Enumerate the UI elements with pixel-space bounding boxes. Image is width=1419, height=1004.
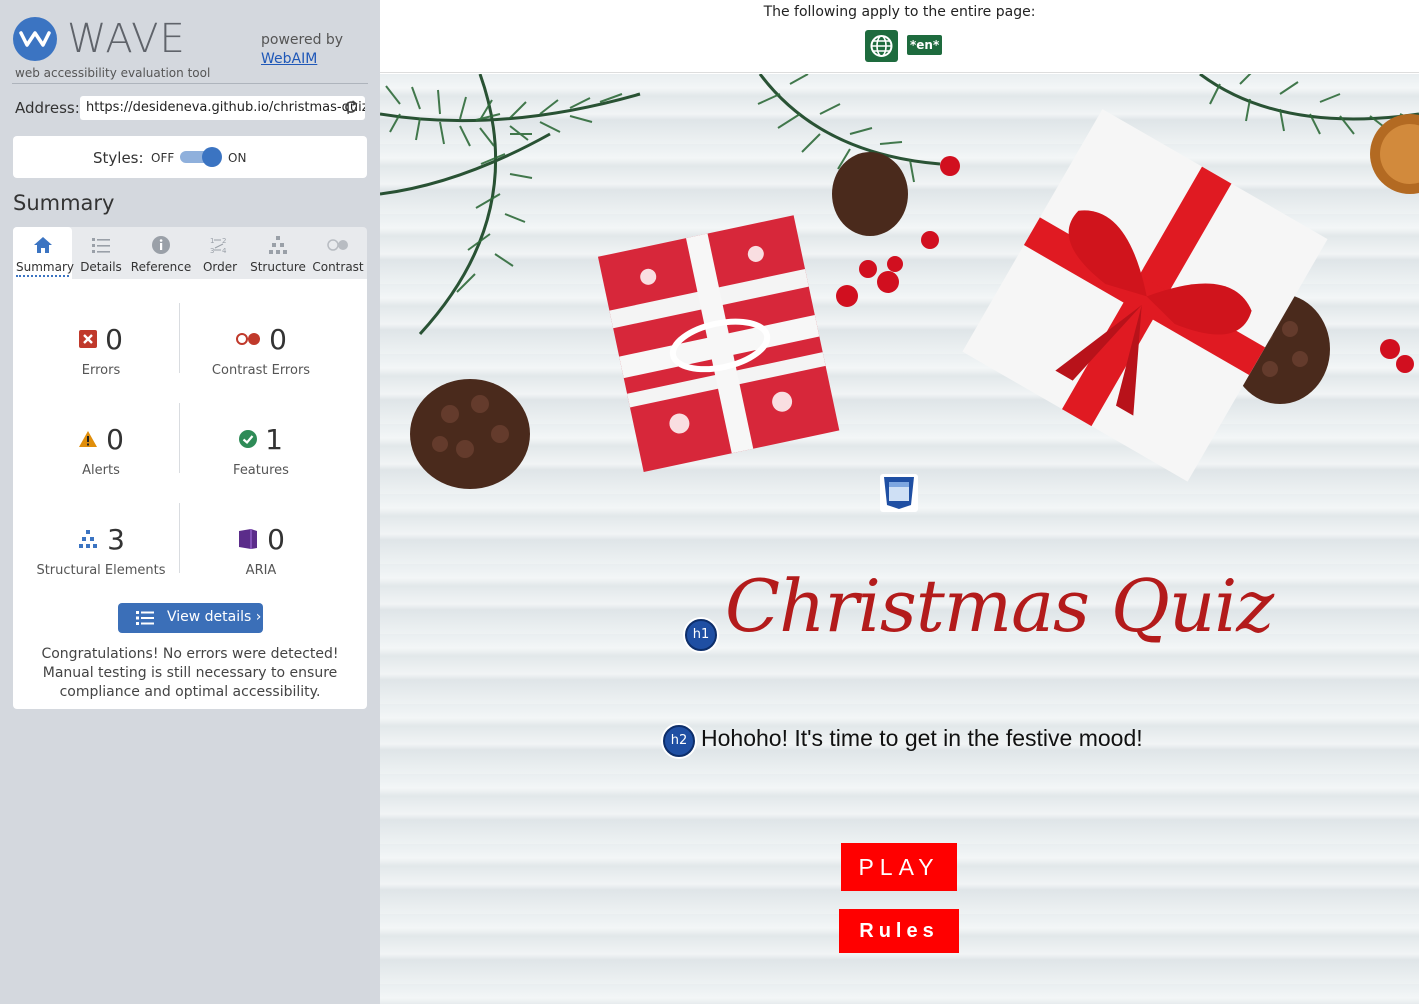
structure-tree-icon (79, 530, 98, 548)
toggle-knob (202, 147, 222, 167)
aria-count: 0 (267, 522, 285, 556)
christmas-quiz-page: h1 Christmas Quiz h2 Hohoho! It's time t… (380, 74, 1419, 1004)
alerts-count: 0 (106, 422, 124, 456)
tab-label: Contrast (312, 260, 364, 274)
wave-tagline: web accessibility evaluation tool (15, 66, 211, 80)
contrast-icon (327, 239, 348, 251)
language-badge[interactable]: *en* (907, 35, 943, 55)
info-icon (152, 236, 170, 254)
view-details-button[interactable]: View details › (118, 603, 263, 633)
summary-panel: 0 Errors 0 Contrast Errors 0 Alerts 1 Fe… (13, 279, 367, 709)
address-input[interactable]: https://desideneva.github.io/christmas-q… (80, 96, 365, 120)
tab-details[interactable]: Details (75, 227, 127, 279)
styles-toggle[interactable] (180, 147, 222, 167)
stat-contrast-errors[interactable]: 0 Contrast Errors (181, 319, 341, 379)
features-count: 1 (265, 422, 283, 456)
styles-off-label: OFF (151, 151, 175, 165)
stat-structural-elements[interactable]: 3 Structural Elements (21, 519, 181, 579)
tab-structure[interactable]: Structure (248, 227, 308, 279)
svg-text:4: 4 (222, 247, 227, 255)
page-title: Christmas Quiz (725, 564, 1274, 648)
h1-heading-icon[interactable]: h1 (685, 619, 717, 651)
structural-label: Structural Elements (36, 563, 166, 578)
wave-header: WAVE web accessibility evaluation tool p… (12, 14, 368, 84)
stat-aria[interactable]: 0 ARIA (181, 519, 341, 578)
list-icon (136, 611, 154, 625)
tab-label: Order (202, 260, 238, 274)
stat-features[interactable]: 1 Features (181, 419, 341, 479)
svg-text:3: 3 (210, 247, 214, 255)
reload-icon[interactable] (343, 99, 359, 115)
summary-heading: Summary (13, 191, 115, 215)
wave-sidebar: WAVE web accessibility evaluation tool p… (0, 0, 380, 1004)
tab-label: Details (80, 260, 122, 274)
tab-label: Reference (130, 260, 192, 274)
svg-text:1: 1 (210, 237, 214, 245)
styles-toggle-panel: Styles: OFF ON (13, 136, 367, 178)
contrast-errors-label: Contrast Errors (211, 363, 311, 378)
christmas-background-illustration (380, 74, 1419, 489)
wave-tabs: Summary Details Reference 1234 Order Str… (13, 227, 367, 279)
webaim-link[interactable]: WebAIM (261, 51, 317, 67)
language-globe-icon[interactable] (865, 30, 898, 62)
structure-icon (269, 236, 287, 254)
alert-icon (79, 431, 98, 447)
errors-count: 0 (105, 322, 123, 356)
view-details-label: View details › (167, 609, 262, 625)
styles-on-label: ON (228, 151, 247, 165)
rules-button[interactable]: Rules (839, 909, 959, 953)
tab-contrast[interactable]: Contrast (311, 227, 365, 279)
aria-label: ARIA (245, 563, 277, 578)
red-gift-box (597, 215, 840, 473)
feature-check-icon (239, 430, 258, 448)
contrast-error-icon (236, 333, 261, 345)
header-region-icon[interactable] (880, 474, 918, 512)
h2-heading-icon[interactable]: h2 (663, 725, 695, 757)
home-icon (33, 237, 52, 253)
stat-errors[interactable]: 0 Errors (21, 319, 181, 378)
tab-reference[interactable]: Reference (130, 227, 192, 279)
wave-brand: WAVE (67, 16, 186, 62)
structural-count: 3 (107, 522, 125, 556)
wave-logo-icon (13, 17, 57, 61)
page-level-text: The following apply to the entire page: (763, 4, 1036, 20)
features-label: Features (233, 463, 289, 478)
white-gift-box (962, 109, 1328, 482)
error-icon (79, 330, 98, 348)
aria-icon (239, 529, 258, 549)
tab-label: Summary (16, 260, 74, 277)
contrast-errors-count: 0 (269, 322, 287, 356)
list-icon (92, 238, 110, 253)
page-subtitle: Hohoho! It's time to get in the festive … (701, 725, 1143, 751)
play-button[interactable]: PLAY (841, 843, 957, 891)
errors-label: Errors (81, 363, 121, 378)
congrats-message: Congratulations! No errors were detected… (41, 646, 339, 700)
powered-by-text: powered by (261, 32, 344, 48)
tab-summary[interactable]: Summary (13, 227, 74, 279)
page-level-annotations: The following apply to the entire page: … (380, 0, 1419, 73)
alerts-label: Alerts (82, 463, 120, 478)
styles-label: Styles: (93, 149, 144, 167)
stat-alerts[interactable]: 0 Alerts (21, 419, 181, 478)
order-icon: 1 23 4 (210, 237, 227, 255)
address-label: Address: (15, 99, 80, 117)
tab-order[interactable]: 1234 Order (195, 227, 245, 279)
tab-label: Structure (250, 260, 306, 274)
